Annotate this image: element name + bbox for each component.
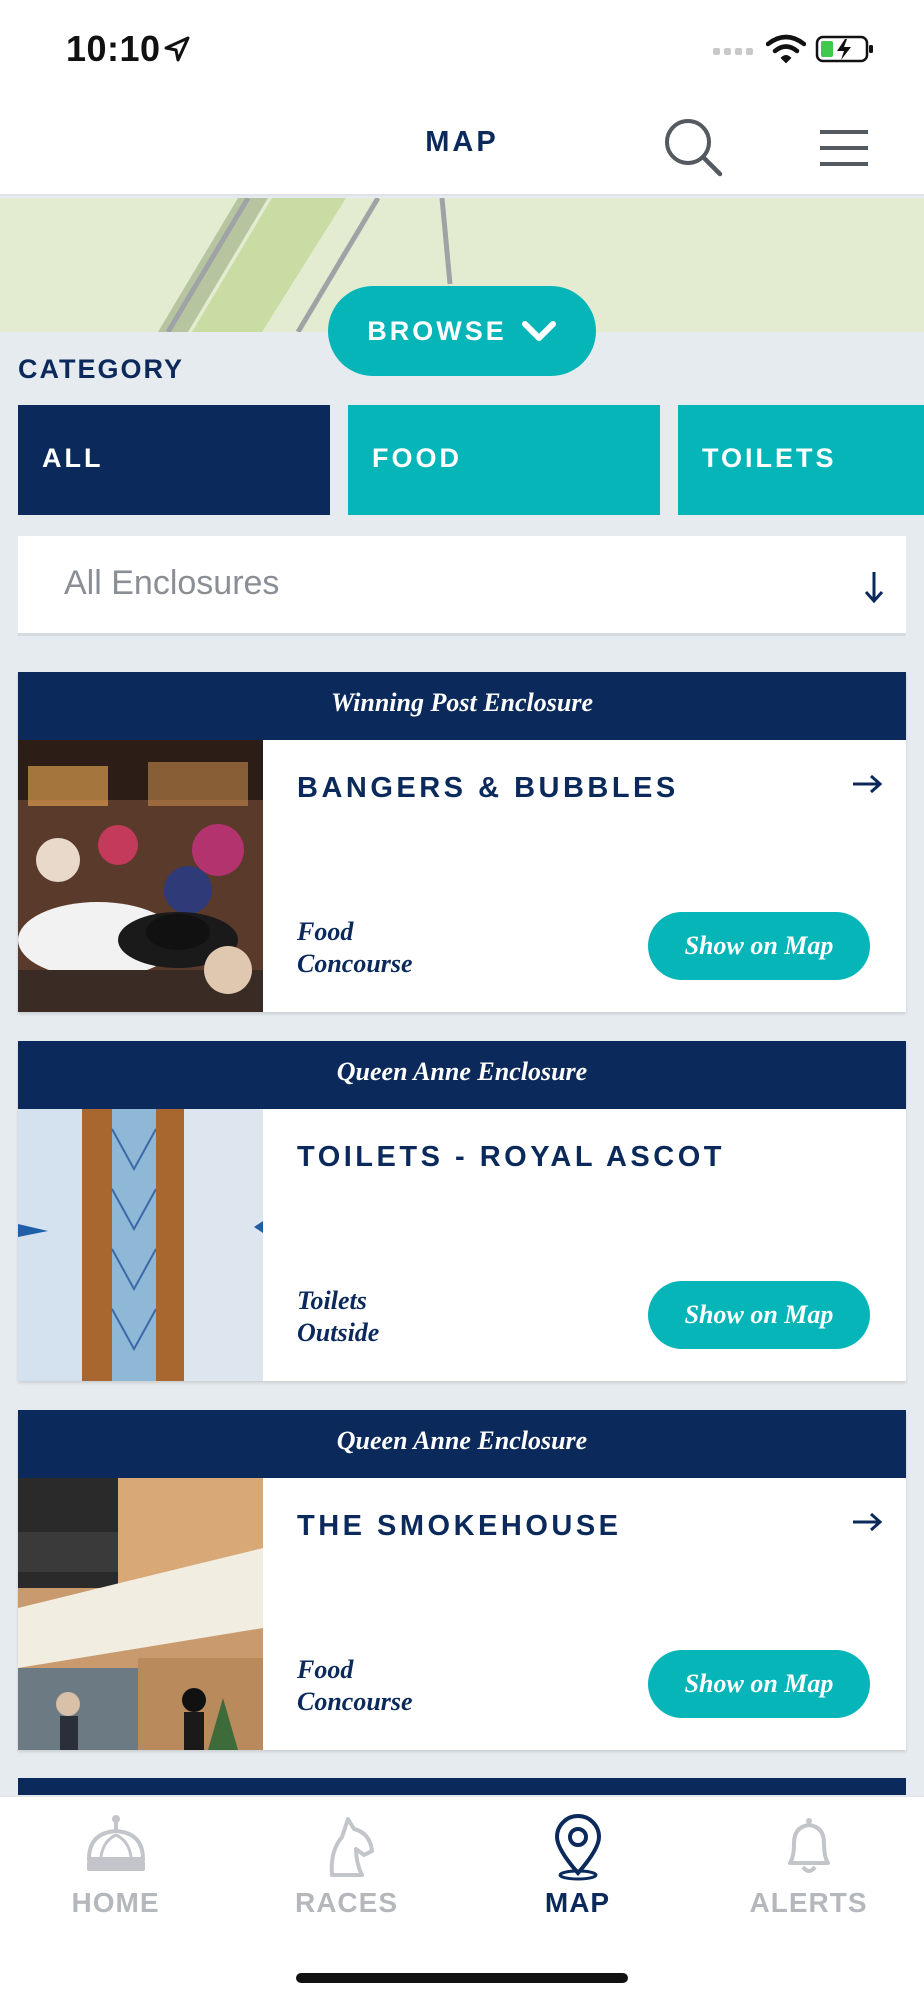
category-toilets-button[interactable]: TOILETS	[678, 405, 924, 515]
enclosure-label: Queen Anne Enclosure	[18, 1410, 906, 1478]
venue-location: Concourse	[297, 949, 413, 978]
browse-label: BROWSE	[367, 315, 507, 346]
tab-home[interactable]: HOME	[0, 1811, 231, 1919]
venue-type: Food	[297, 1655, 354, 1684]
arrow-right-icon[interactable]	[850, 770, 884, 798]
tab-races-label: RACES	[294, 1887, 398, 1918]
tab-map[interactable]: MAP	[462, 1811, 693, 1919]
enclosure-label: Winning Post Enclosure	[18, 672, 906, 740]
show-on-map-button[interactable]: Show on Map	[648, 1281, 870, 1349]
page-title: MAP	[425, 126, 499, 158]
bottom-tab-bar: HOME RACES MAP ALERTS	[0, 1795, 924, 2000]
tab-races[interactable]: RACES	[231, 1811, 462, 1919]
venue-photo	[18, 740, 263, 1012]
enclosure-select-value: All Enclosures	[64, 564, 280, 602]
crown-icon	[86, 1815, 145, 1871]
tab-map-label: MAP	[544, 1887, 611, 1918]
arrow-down-icon	[864, 572, 884, 604]
status-bar: 10:10	[0, 0, 924, 100]
battery-charging-icon	[815, 35, 873, 63]
arrow-right-icon[interactable]	[850, 1508, 884, 1536]
category-all-button[interactable]: ALL	[18, 405, 330, 515]
home-indicator[interactable]	[296, 1973, 628, 1983]
venue-photo	[18, 1109, 263, 1381]
tab-alerts-label: ALERTS	[749, 1887, 868, 1918]
venue-name: TOILETS - ROYAL ASCOT	[297, 1141, 725, 1173]
category-food-button[interactable]: FOOD	[348, 405, 660, 515]
search-icon[interactable]	[660, 114, 726, 180]
venue-card[interactable]: Winning Post Enclosure BANGERS & BUBBLES…	[18, 672, 906, 1012]
category-tabs: ALL FOOD TOILETS	[18, 405, 924, 515]
category-heading: CATEGORY	[18, 354, 185, 384]
venue-type: Toilets	[297, 1286, 367, 1315]
venue-name: THE SMOKEHOUSE	[297, 1510, 622, 1542]
venue-details: Food Concourse	[297, 1654, 413, 1718]
show-on-map-button[interactable]: Show on Map	[648, 1650, 870, 1718]
hamburger-menu-icon[interactable]	[816, 120, 872, 176]
map-pin-icon	[554, 1814, 601, 1881]
cellular-signal-icon	[713, 48, 753, 55]
browse-button[interactable]: BROWSE	[328, 286, 596, 376]
enclosure-select[interactable]: All Enclosures	[18, 536, 906, 636]
tab-alerts[interactable]: ALERTS	[693, 1811, 924, 1919]
venue-card[interactable]: Queen Anne Enclosure TOILETS - ROYAL ASC…	[18, 1041, 906, 1381]
venue-type: Food	[297, 917, 354, 946]
venue-details: Food Concourse	[297, 916, 413, 980]
venue-location: Outside	[297, 1318, 380, 1347]
tab-home-label: HOME	[71, 1887, 160, 1918]
enclosure-label: Queen Anne Enclosure	[18, 1041, 906, 1109]
app-header: MAP	[0, 100, 924, 196]
venue-location: Concourse	[297, 1687, 413, 1716]
venue-name: BANGERS & BUBBLES	[297, 772, 679, 804]
venue-details: Toilets Outside	[297, 1285, 379, 1349]
wifi-icon	[766, 34, 806, 64]
horse-head-icon	[329, 1817, 374, 1877]
status-time: 10:10	[66, 28, 161, 69]
venue-card[interactable]: Queen Anne Enclosure THE SMOKEHOUSE Food…	[18, 1410, 906, 1750]
location-arrow-icon	[164, 36, 190, 62]
show-on-map-button[interactable]: Show on Map	[648, 912, 870, 980]
chevron-down-icon	[521, 321, 556, 341]
bell-icon	[787, 1818, 830, 1873]
venue-photo	[18, 1478, 263, 1750]
